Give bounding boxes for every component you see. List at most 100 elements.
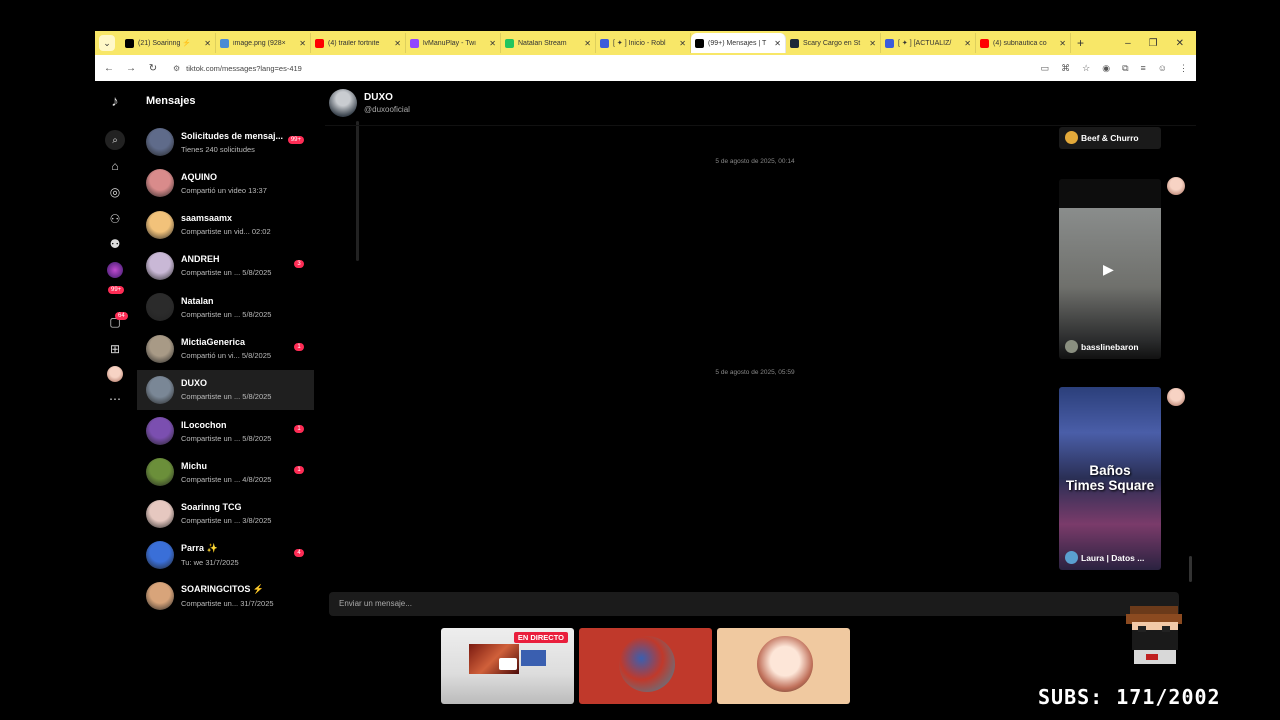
tab-close-icon[interactable]: ✕	[204, 39, 211, 48]
tab-title: Natalan Stream	[518, 39, 567, 47]
chat-scrollbar[interactable]	[1189, 556, 1192, 582]
live-icon[interactable]	[107, 262, 123, 278]
close-window-icon[interactable]: ✕	[1176, 38, 1184, 49]
more-icon[interactable]: ⋯	[107, 391, 123, 407]
browser-tab[interactable]: [ ✦ ] [ACTUALIZ/ ✕	[881, 33, 976, 53]
author-avatar	[1065, 551, 1078, 564]
cast-icon[interactable]: ▭	[1041, 63, 1050, 74]
media-icon[interactable]: ≡	[1141, 63, 1146, 74]
conversation-preview: Tienes 240 solicitudes	[181, 144, 255, 154]
tab-search-icon[interactable]: ⌄	[99, 35, 115, 51]
tab-title: (21) Soarinng ⚡	[138, 40, 192, 47]
tiktok-logo-icon[interactable]: ♪	[107, 93, 123, 110]
shared-video-card[interactable]: ▶ basslinebaron	[1059, 179, 1161, 359]
tab-close-icon[interactable]: ✕	[489, 39, 496, 48]
scene-thumbnail-avatar[interactable]	[717, 628, 850, 704]
video-author: basslinebaron	[1065, 340, 1139, 353]
browser-tab[interactable]: (4) subnautica co ✕	[976, 33, 1071, 53]
browser-tab[interactable]: (21) Soarinng ⚡ ✕	[121, 33, 216, 53]
browser-tab[interactable]: lvManuPlay - Twi ✕	[406, 33, 501, 53]
friends-icon[interactable]: ⚉	[107, 236, 123, 252]
conversation-item[interactable]: SOARINGCITOS ⚡ Compartiste un... 31/7/202…	[137, 576, 314, 616]
chat-avatar[interactable]	[329, 89, 357, 117]
profile-icon[interactable]: ☺	[1158, 63, 1167, 74]
browser-tab[interactable]: image.png (928× ✕	[216, 33, 311, 53]
chat-header[interactable]: DUXO @duxooficial	[329, 89, 410, 117]
conversation-preview: Compartiste un ... 4/8/2025	[181, 474, 272, 484]
shared-video-card[interactable]: Beef & Churro	[1059, 127, 1161, 149]
tiktok-app: ♪ ⌕ ⌂ ◎ ⚇ ⚉ 99+ ▢ 64 ⊞ ⋯ Mensajes Solici…	[95, 81, 1196, 621]
scene-thumbnail-spiderman[interactable]	[579, 628, 712, 704]
puzzle-icon[interactable]: ⧉	[1122, 63, 1128, 74]
browser-tab[interactable]: (99+) Mensajes | T ✕	[691, 33, 786, 53]
browser-tab[interactable]: (4) trailer fortnite ✕	[311, 33, 406, 53]
reload-icon[interactable]: ↻	[147, 63, 159, 74]
shared-video-card[interactable]: Baños Times Square Laura | Datos ...	[1059, 387, 1161, 570]
conversation-item[interactable]: AQUINO Compartió un video 13:37	[137, 163, 314, 203]
tab-favicon-icon	[125, 38, 134, 48]
tab-close-icon[interactable]: ✕	[679, 39, 686, 48]
tab-close-icon[interactable]: ✕	[299, 39, 306, 48]
tab-close-icon[interactable]: ✕	[584, 39, 591, 48]
conversation-preview: Compartiste un ... 3/8/2025	[181, 516, 272, 526]
tab-favicon-icon	[790, 38, 799, 48]
explore-icon[interactable]: ◎	[107, 184, 123, 200]
subs-counter: SUBS: 171/2002	[1038, 685, 1221, 709]
conversation-item[interactable]: ILocochon Compartiste un ... 5/8/2025 1	[137, 411, 314, 451]
date-separator: 5 de agosto de 2025, 00:14	[715, 158, 795, 165]
new-tab-button[interactable]: +	[1077, 36, 1084, 50]
tab-favicon-icon	[980, 38, 989, 48]
play-icon[interactable]: ▶	[1103, 261, 1114, 278]
tab-close-icon[interactable]: ✕	[964, 39, 971, 48]
sender-avatar[interactable]	[1167, 388, 1185, 406]
tab-title: Scary Cargo en St	[803, 39, 861, 47]
sender-avatar[interactable]	[1167, 177, 1185, 195]
menu-icon[interactable]: ⋮	[1179, 63, 1188, 74]
url-field[interactable]: ⚙ tiktok.com/messages?lang=es-419	[169, 59, 1031, 77]
tab-close-icon[interactable]: ✕	[869, 39, 876, 48]
upload-icon[interactable]: ⊞	[107, 341, 123, 357]
forward-icon[interactable]: →	[125, 63, 137, 74]
url-text: tiktok.com/messages?lang=es-419	[186, 63, 302, 73]
conversation-avatar	[146, 169, 174, 198]
conversation-item[interactable]: Soarinng TCG Compartiste un ... 3/8/2025	[137, 494, 314, 534]
conversation-item[interactable]: MictiaGenerica Compartió un vi... 5/8/202…	[137, 329, 314, 369]
bookmark-star-icon[interactable]: ☆	[1082, 63, 1090, 74]
tab-favicon-icon	[315, 38, 324, 48]
search-icon[interactable]: ⌕	[105, 130, 125, 150]
message-input[interactable]: Enviar un mensaje...	[329, 592, 1179, 616]
tab-close-icon[interactable]: ✕	[774, 39, 781, 48]
unread-badge: 1	[294, 342, 304, 351]
conversation-preview: Compartiste un ... 5/8/2025	[181, 268, 272, 278]
conversation-list: Mensajes Solicitudes de mensaj... Tienes …	[137, 81, 359, 621]
extension-icon[interactable]: ◉	[1102, 63, 1110, 74]
author-avatar	[1065, 340, 1078, 353]
tab-close-icon[interactable]: ✕	[394, 39, 401, 48]
tab-bar: ⌄ (21) Soarinng ⚡ ✕ image.png (928× ✕ (4) tr…	[95, 31, 1196, 55]
conversation-avatar	[146, 582, 174, 611]
minimize-icon[interactable]: –	[1125, 38, 1131, 49]
browser-tab[interactable]: Scary Cargo en St ✕	[786, 33, 881, 53]
conversation-item[interactable]: DUXO Compartiste un ... 5/8/2025	[137, 369, 314, 410]
conversation-item[interactable]: saamsaamx Compartiste un vid... 02:02	[137, 205, 314, 245]
tab-title: image.png (928×	[233, 39, 286, 47]
conversation-item[interactable]: ANDREH Compartiste un ... 5/8/2025 3	[137, 246, 314, 286]
conversation-item[interactable]: Solicitudes de mensaj... Tienes 240 solic…	[137, 122, 314, 162]
conversation-item[interactable]: Parra ✨ Tu: we 31/7/2025 4	[137, 535, 314, 575]
back-icon[interactable]: ←	[103, 63, 115, 74]
tab-close-icon[interactable]: ✕	[1059, 39, 1066, 48]
profile-avatar[interactable]	[107, 366, 123, 382]
conversation-item[interactable]: Natalan Compartiste un ... 5/8/2025	[137, 287, 314, 327]
browser-tab[interactable]: Natalan Stream ✕	[501, 33, 596, 53]
conversation-item[interactable]: Michu Compartiste un ... 4/8/2025 1	[137, 452, 314, 492]
site-info-icon[interactable]: ⚙	[173, 64, 180, 73]
home-icon[interactable]: ⌂	[107, 158, 123, 174]
scene-thumbnail-screen[interactable]: EN DIRECTO	[441, 628, 574, 704]
following-icon[interactable]: ⚇	[107, 211, 123, 227]
translate-icon[interactable]: ⌘	[1061, 63, 1070, 74]
browser-tab[interactable]: [ ✦ ] Inicio - Robl ✕	[596, 33, 691, 53]
tab-favicon-icon	[410, 38, 419, 48]
conversation-avatar	[146, 210, 174, 239]
maximize-icon[interactable]: ❐	[1149, 38, 1158, 49]
conversation-preview: Tu: we 31/7/2025	[181, 558, 239, 567]
